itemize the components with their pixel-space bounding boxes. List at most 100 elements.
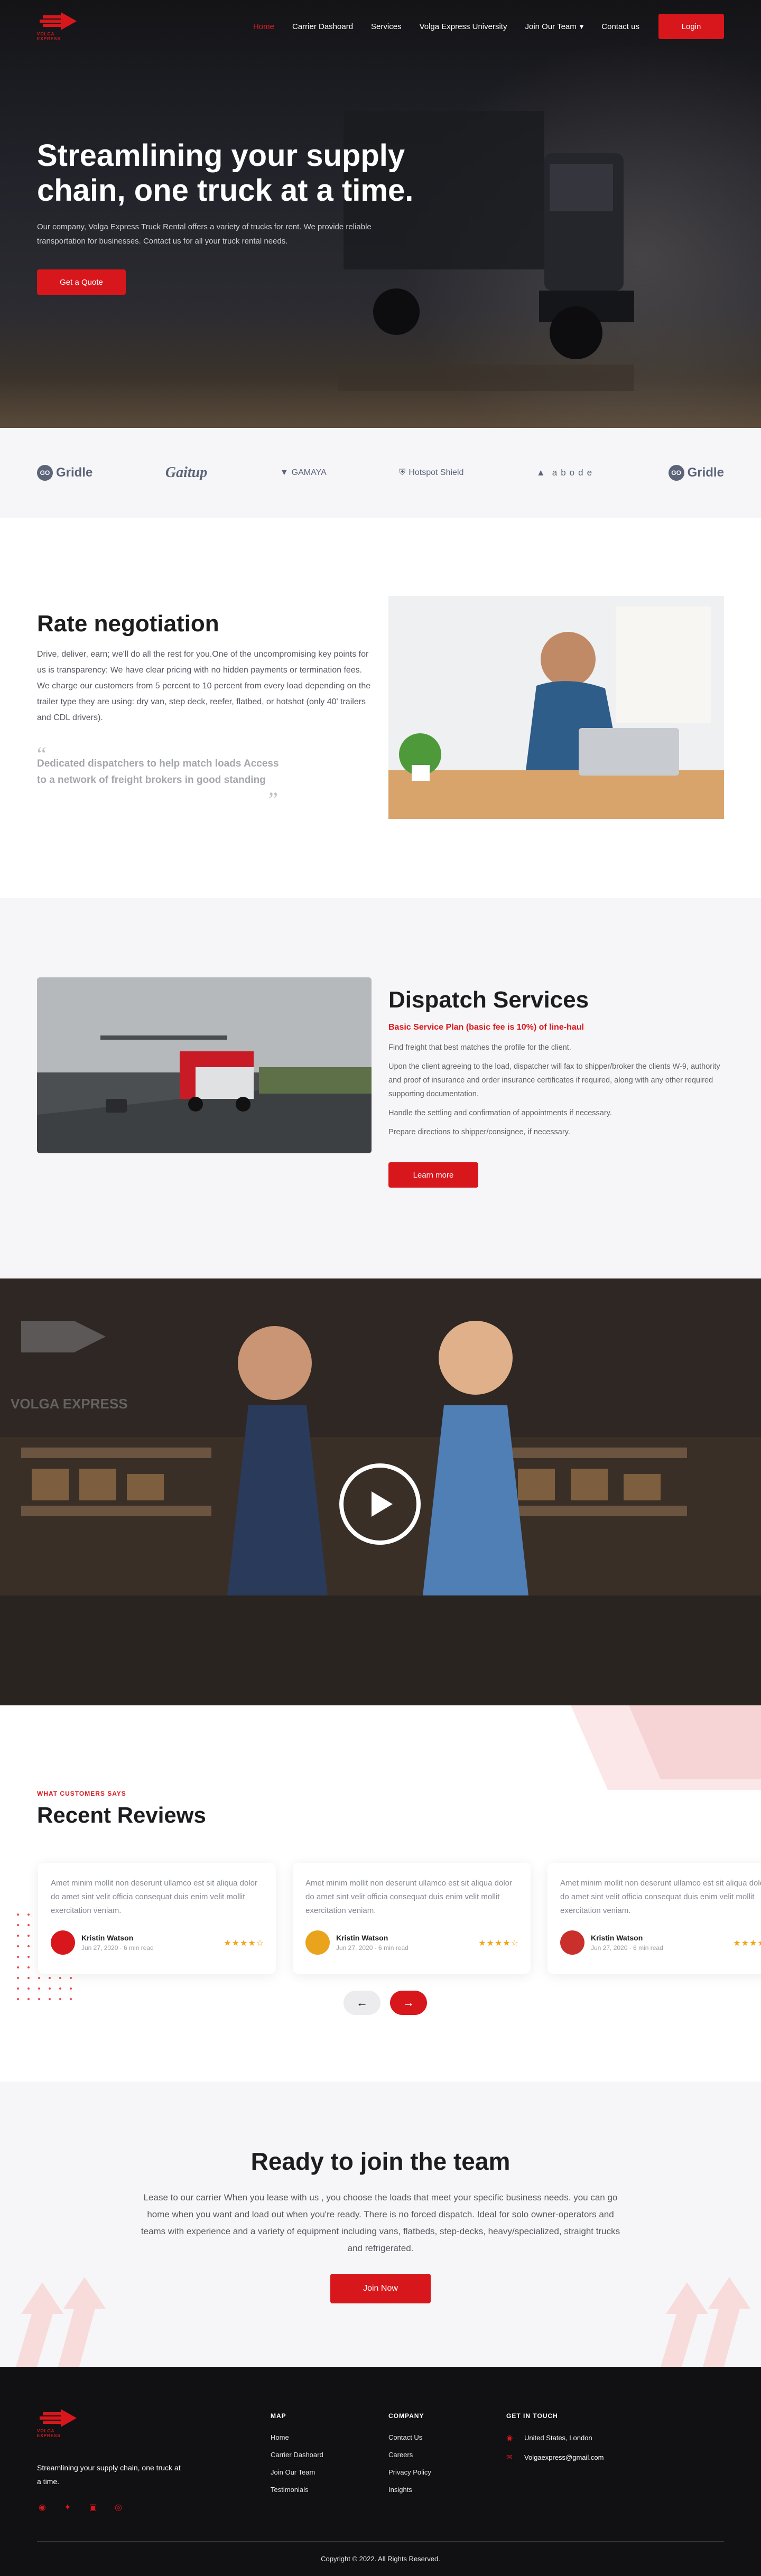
join-title: Ready to join the team xyxy=(250,2148,511,2175)
footer-email-text: Volgaexpress@gmail.com xyxy=(524,2453,604,2461)
facebook-icon[interactable]: ◉ xyxy=(37,2502,48,2513)
reviewer-name: Kristin Watson xyxy=(81,1934,134,1942)
gamaya-shield-icon: ▼ xyxy=(280,468,289,477)
logo-gamaya-text: GAMAYA xyxy=(291,468,327,477)
reviewer: Kristin Watson Jun 27, 2020 · 6 min read xyxy=(305,1930,409,1955)
review-card: Amet minim mollit non deserunt ullamco e… xyxy=(547,1863,761,1974)
footer-logo-text: VOLGA EXPRESS xyxy=(37,2429,61,2438)
hero-title: Streamlining your supply chain, one truc… xyxy=(37,138,414,208)
hotspot-shield-icon: ⛨ xyxy=(399,468,406,477)
video-brand-text: VOLGA EXPRESS xyxy=(11,1396,128,1412)
footer-link-carrier[interactable]: Carrier Dashoard xyxy=(271,2451,323,2459)
avatar xyxy=(51,1930,75,1955)
avatar xyxy=(560,1930,584,1955)
footer-link-contact[interactable]: Contact Us xyxy=(388,2433,431,2441)
logo-arrow-icon xyxy=(40,2409,77,2427)
get-quote-button[interactable]: Get a Quote xyxy=(37,269,126,295)
reviewer: Kristin Watson Jun 27, 2020 · 6 min read xyxy=(560,1930,663,1955)
footer-link-home[interactable]: Home xyxy=(271,2433,323,2441)
logo-gamaya: ▼ GAMAYA xyxy=(280,468,327,478)
dispatch-item: Find freight that best matches the profi… xyxy=(388,1043,571,1052)
footer-link-privacy[interactable]: Privacy Policy xyxy=(388,2468,431,2476)
join-now-button[interactable]: Join Now xyxy=(330,2274,431,2303)
dispatch-item: Upon the client agreeing to the load, di… xyxy=(388,1062,720,1098)
join-text: Lease to our carrier When you lease with… xyxy=(141,2192,620,2253)
rate-negotiation-section: Rate negotiation Drive, deliver, earn; w… xyxy=(0,518,761,898)
dispatch-title: Dispatch Services xyxy=(388,987,589,1013)
github-icon[interactable]: ◎ xyxy=(113,2502,124,2513)
nav-join-label: Join Our Team xyxy=(525,22,577,31)
partner-logos: GO Gridle Gaitup ▼ GAMAYA ⛨ Hotspot Shield … xyxy=(0,428,761,518)
footer-company-title: COMPANY xyxy=(388,2412,424,2420)
mail-icon: ✉ xyxy=(506,2453,513,2461)
arrow-right-icon: → xyxy=(403,1996,414,2009)
footer-link-testimonials[interactable]: Testimonials xyxy=(271,2486,323,2494)
logo-abode: ▲ abode xyxy=(536,468,596,478)
review-cards: Amet minim mollit non deserunt ullamco e… xyxy=(38,1863,761,1974)
nav-university[interactable]: Volga Express University xyxy=(420,22,507,31)
review-text: Amet minim mollit non deserunt ullamco e… xyxy=(560,1879,761,1915)
reviewer-name: Kristin Watson xyxy=(336,1934,388,1942)
nav-carrier-dashboard[interactable]: Carrier Dashoard xyxy=(292,22,353,31)
social-links: ◉ ✦ ▣ ◎ xyxy=(37,2502,124,2513)
nav-join-our-team[interactable]: Join Our Team ▾ xyxy=(525,22,584,32)
review-carousel-controls: ← → xyxy=(344,1991,427,2015)
dispatch-list: Find freight that best matches the profi… xyxy=(388,1041,727,1144)
chevron-down-icon: ▾ xyxy=(579,22,584,31)
footer-link-insights[interactable]: Insights xyxy=(388,2486,431,2494)
logo-hotspot-shield: ⛨ Hotspot Shield xyxy=(399,468,463,478)
join-team-section: Ready to join the team Lease to our carr… xyxy=(0,2082,761,2367)
reviewer: Kristin Watson Jun 27, 2020 · 6 min read xyxy=(51,1930,154,1955)
nav-services[interactable]: Services xyxy=(371,22,402,31)
nav-home[interactable]: Home xyxy=(253,22,274,31)
twitter-icon[interactable]: ✦ xyxy=(62,2502,73,2513)
logo-gaitup: Gaitup xyxy=(165,464,207,481)
rate-body: Drive, deliver, earn; we'll do all the r… xyxy=(37,650,371,722)
login-button[interactable]: Login xyxy=(658,14,724,39)
star-rating-icon: ★★★★☆ xyxy=(224,1939,264,1948)
hero-text: Our company, Volga Express Truck Rental … xyxy=(37,222,372,246)
footer: VOLGA EXPRESS Streamlining your supply c… xyxy=(0,2367,761,2576)
reviews-eyebrow: WHAT CUSTOMERS SAYS xyxy=(37,1790,126,1797)
play-video-button[interactable] xyxy=(339,1463,421,1545)
main-nav: VOLGA EXPRESS Home Carrier Dashoard Serv… xyxy=(0,0,761,53)
review-text: Amet minim mollit non deserunt ullamco e… xyxy=(305,1879,513,1915)
decorative-shapes xyxy=(571,1705,761,1790)
nav-contact[interactable]: Contact us xyxy=(601,22,639,31)
logo-text: VOLGA EXPRESS xyxy=(37,31,61,41)
review-card: Amet minim mollit non deserunt ullamco e… xyxy=(293,1863,531,1974)
location-pin-icon: ◉ xyxy=(506,2433,513,2442)
instagram-icon[interactable]: ▣ xyxy=(88,2502,98,2513)
dispatcher-photo xyxy=(388,596,724,819)
logo-arrow-icon xyxy=(40,12,77,30)
next-review-button[interactable]: → xyxy=(390,1991,427,2015)
rate-testimonial: Dedicated dispatchers to help match load… xyxy=(37,758,279,786)
dispatch-item: Handle the settling and confirmation of … xyxy=(388,1109,612,1117)
footer-email[interactable]: ✉ Volgaexpress@gmail.com xyxy=(506,2453,604,2462)
hero-content: Streamlining your supply chain, one truc… xyxy=(37,138,417,295)
star-rating-icon: ★★★★☆ xyxy=(478,1939,519,1948)
footer-map-title: MAP xyxy=(271,2412,286,2420)
reviews-title: Recent Reviews xyxy=(37,1803,206,1827)
footer-map-column: MAP Home Carrier Dashoard Join Our Team … xyxy=(271,2412,323,2503)
footer-location-text: United States, London xyxy=(524,2434,592,2442)
gridle-circle-icon: GO xyxy=(37,465,53,481)
reviews-section: WHAT CUSTOMERS SAYS Recent Reviews Amet … xyxy=(0,1705,761,2082)
logo-gridle-text: Gridle xyxy=(56,465,93,480)
logo-hotspot-text: Hotspot Shield xyxy=(409,468,464,477)
decorative-arrows-left xyxy=(16,2277,106,2367)
prev-review-button[interactable]: ← xyxy=(344,1991,380,2015)
decorative-arrows-right xyxy=(661,2277,750,2367)
learn-more-button[interactable]: Learn more xyxy=(388,1162,478,1188)
nav-menu: Home Carrier Dashoard Services Volga Exp… xyxy=(253,22,639,32)
dispatch-plan: Basic Service Plan (basic fee is 10%) of… xyxy=(388,1023,584,1032)
hero-section: VOLGA EXPRESS Home Carrier Dashoard Serv… xyxy=(0,0,761,428)
review-date: Jun 27, 2020 · 6 min read xyxy=(81,1944,154,1952)
logo[interactable]: VOLGA EXPRESS xyxy=(37,12,79,41)
footer-link-join[interactable]: Join Our Team xyxy=(271,2468,323,2476)
footer-logo[interactable]: VOLGA EXPRESS xyxy=(37,2409,79,2438)
logo-gaitup-text: Gaitup xyxy=(165,464,208,481)
footer-link-careers[interactable]: Careers xyxy=(388,2451,431,2459)
footer-divider xyxy=(37,2541,724,2542)
abode-mountain-icon: ▲ xyxy=(536,468,549,478)
